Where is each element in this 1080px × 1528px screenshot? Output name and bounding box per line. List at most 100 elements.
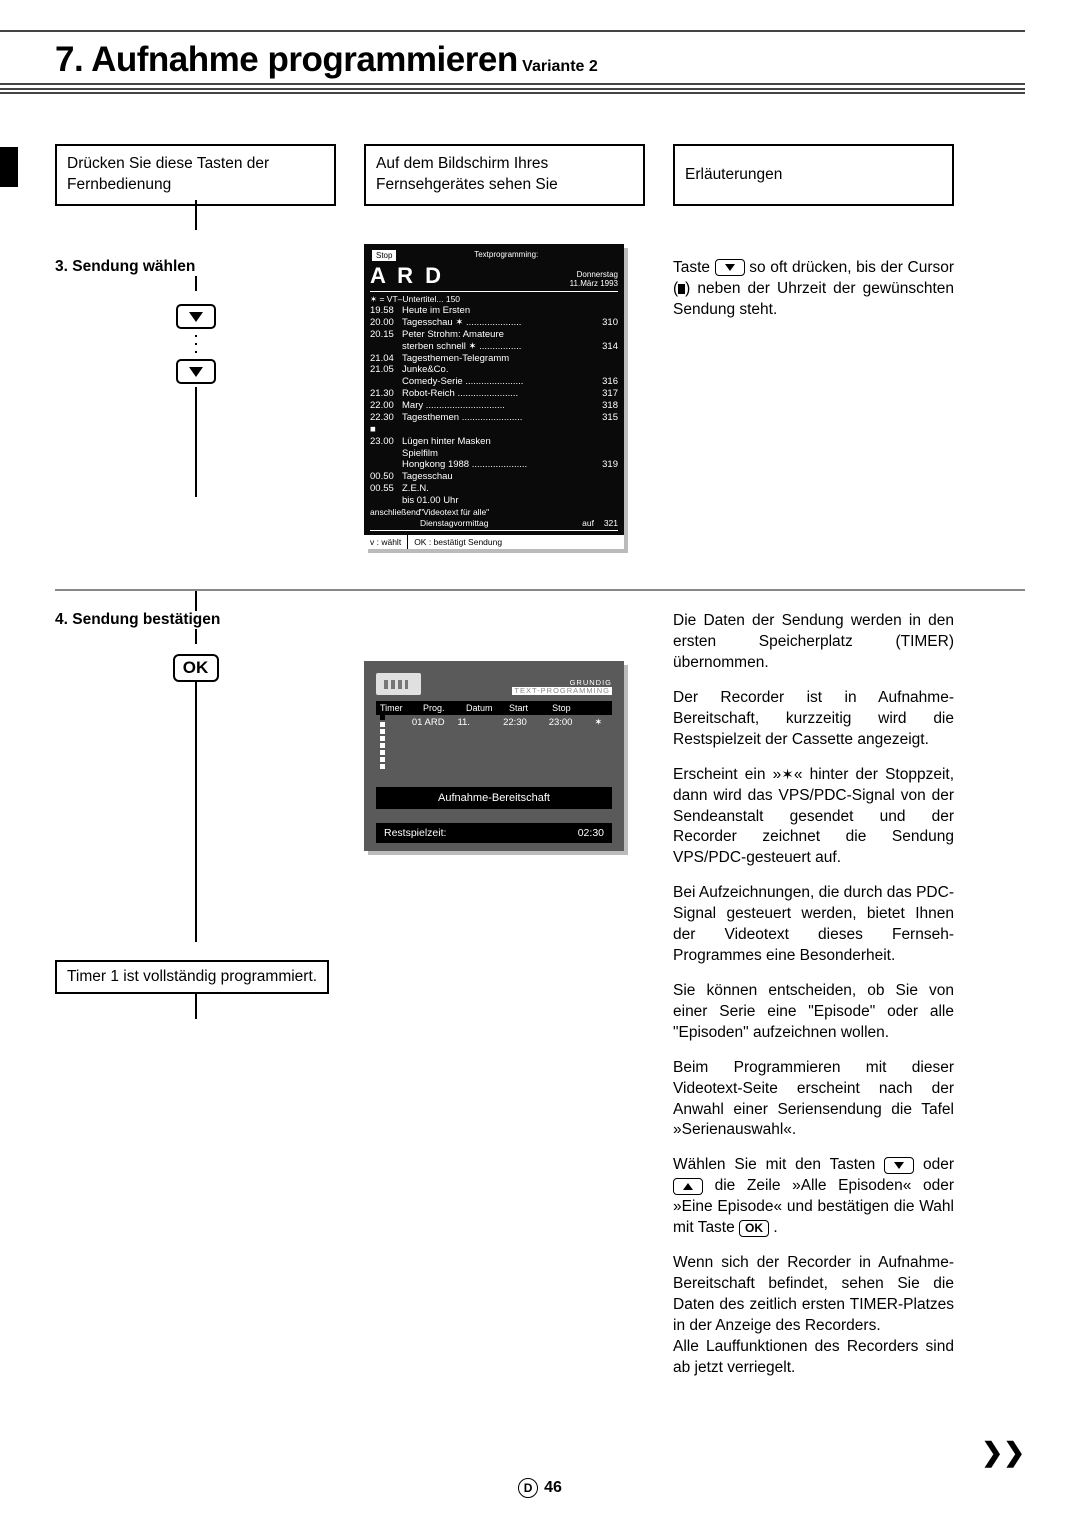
tt-listing: 19.58Heute im Ersten20.00Tagesschau ✶ ..…	[370, 305, 618, 507]
divider	[370, 530, 618, 531]
text: Dienstagvormittag	[420, 518, 564, 529]
tt-time: 00.50	[370, 471, 402, 483]
timer-row: 01 ARD 11. 22:30 23:00 ✶	[385, 715, 612, 730]
tt-row: 21.30Robot-Reich .......................…	[370, 388, 618, 400]
para: Erscheint ein »✶« hinter der Stoppzeit, …	[673, 765, 954, 870]
tt-pagenum: 317	[594, 388, 618, 400]
tt-text: Lügen hinter Masken	[402, 436, 594, 448]
label: anschließend	[370, 507, 420, 518]
para: Wenn sich der Recorder in Aufnahme-Berei…	[673, 1253, 954, 1379]
ard-logo: A R D	[370, 263, 444, 289]
next-page-icon[interactable]: ❯❯	[981, 1437, 1025, 1468]
tt-time	[370, 495, 402, 507]
tt-pagenum	[594, 483, 618, 495]
connector	[195, 387, 197, 497]
value: 02:30	[578, 827, 604, 839]
tt-title: Textprogramming:	[396, 250, 616, 261]
tt-text: Hongkong 1988 .....................	[402, 459, 594, 471]
tt-pagenum	[594, 448, 618, 460]
tt-row: bis 01.00 Uhr	[370, 495, 618, 507]
text: die Zeile »Alle Episoden« oder »Eine Epi…	[673, 1177, 954, 1236]
dot-icon	[195, 343, 197, 345]
step4-mid: GRUNDIG TEXT-PROGRAMMING Timer Prog. Dat…	[364, 611, 645, 1379]
tt-row: 20.00Tagesschau ✶ .....................3…	[370, 317, 618, 329]
triangle-up-icon	[683, 1183, 693, 1190]
step3-mid: Stop Textprogramming: A R D Donnerstag 1…	[364, 206, 645, 549]
tt-date: Donnerstag 11.März 1993	[570, 271, 618, 289]
page-subtitle: Variante 2	[522, 58, 598, 75]
label: Restspielzeit:	[384, 827, 446, 839]
page-title: 7. Aufnahme programmieren	[55, 40, 518, 79]
triangle-down-icon	[189, 367, 203, 377]
tt-pagenum	[594, 436, 618, 448]
triangle-down-icon	[894, 1162, 904, 1169]
th: Datum	[466, 703, 509, 713]
tt-text: Peter Strohm: Amateure	[402, 329, 594, 341]
page-footer: D 46	[0, 1478, 1080, 1498]
down-button[interactable]	[176, 304, 216, 329]
up-button-icon	[673, 1178, 703, 1195]
text: Alle Lauffunktionen des Recorders sind a…	[673, 1338, 954, 1376]
tt-pagenum	[594, 364, 618, 376]
para: Beim Programmieren mit dieser Videotext-…	[673, 1058, 954, 1142]
td: 23:00	[549, 717, 595, 728]
text: oder	[923, 1156, 954, 1173]
dot-icon	[195, 351, 197, 353]
ok-button[interactable]: OK	[173, 654, 219, 682]
tt-time	[370, 341, 402, 353]
timer-slots	[376, 715, 385, 769]
tt-row: 00.50Tagesschau	[370, 471, 618, 483]
text: ) neben der Uhrzeit der gewünschten Send…	[673, 280, 954, 318]
tt-hint-ok: OK : bestätigt Sendung	[408, 535, 624, 549]
tt-time: 23.00	[370, 436, 402, 448]
tt-pagenum: 314	[594, 341, 618, 353]
tt-text: Tagesthemen-Telegramm	[402, 353, 594, 365]
tt-time: 00.55	[370, 483, 402, 495]
timer-header: Timer Prog. Datum Start Stop	[376, 701, 612, 715]
tt-text: bis 01.00 Uhr	[402, 495, 594, 507]
cassette-icon	[376, 673, 421, 695]
td: 11.	[457, 717, 503, 728]
step3-title: 3. Sendung wählen	[55, 258, 336, 276]
down-button-icon	[715, 259, 745, 276]
side-tab	[0, 147, 18, 187]
tt-text: Junke&Co.	[402, 364, 594, 376]
text: Wählen Sie mit den Tasten	[673, 1156, 884, 1173]
dot-icon	[195, 335, 197, 337]
tt-time	[370, 459, 402, 471]
section-divider	[55, 589, 1025, 591]
th: Timer	[380, 703, 423, 713]
connector	[195, 200, 197, 230]
page-number: 46	[544, 1479, 562, 1496]
tt-time: 19.58	[370, 305, 402, 317]
column-headers: Drücken Sie diese Tasten der Fernbedienu…	[55, 144, 1025, 206]
tt-pagenum	[594, 471, 618, 483]
para: Bei Aufzeichnungen, die durch das PDC-Si…	[673, 883, 954, 967]
para: Der Recorder ist in Aufnahme-Bereitschaf…	[673, 688, 954, 751]
tt-row: Hongkong 1988 .....................319	[370, 459, 618, 471]
connector	[195, 629, 197, 644]
tt-row: 21.05Junke&Co.	[370, 364, 618, 376]
connector	[195, 276, 197, 291]
tt-pagenum	[594, 353, 618, 365]
tt-row: 22.30 ■Tagesthemen .....................…	[370, 412, 618, 436]
tt-row: Spielfilm	[370, 448, 618, 460]
tt-pagenum	[594, 495, 618, 507]
timer-note: Timer 1 ist vollständig programmiert.	[55, 960, 329, 994]
title-bar: 7. Aufnahme programmieren Variante 2	[0, 32, 1025, 85]
lang-icon: D	[518, 1478, 538, 1498]
tt-full-date: 11.März 1993	[570, 280, 618, 289]
th: Stop	[552, 703, 595, 713]
th	[595, 703, 608, 713]
step4-right: Die Daten der Sendung werden in den erst…	[673, 611, 954, 1379]
tt-row: 22.00Mary ..............................…	[370, 400, 618, 412]
para: Wählen Sie mit den Tasten oder die Zeile…	[673, 1155, 954, 1239]
tt-pagenum: 315	[594, 412, 618, 436]
tt-row: 23.00Lügen hinter Masken	[370, 436, 618, 448]
tt-pagenum: 316	[594, 376, 618, 388]
teletext-screen: Stop Textprogramming: A R D Donnerstag 1…	[364, 244, 624, 549]
step3-left: 3. Sendung wählen	[55, 206, 336, 549]
page-num: 321	[594, 518, 618, 529]
down-button[interactable]	[176, 359, 216, 384]
tt-time: 22.00	[370, 400, 402, 412]
